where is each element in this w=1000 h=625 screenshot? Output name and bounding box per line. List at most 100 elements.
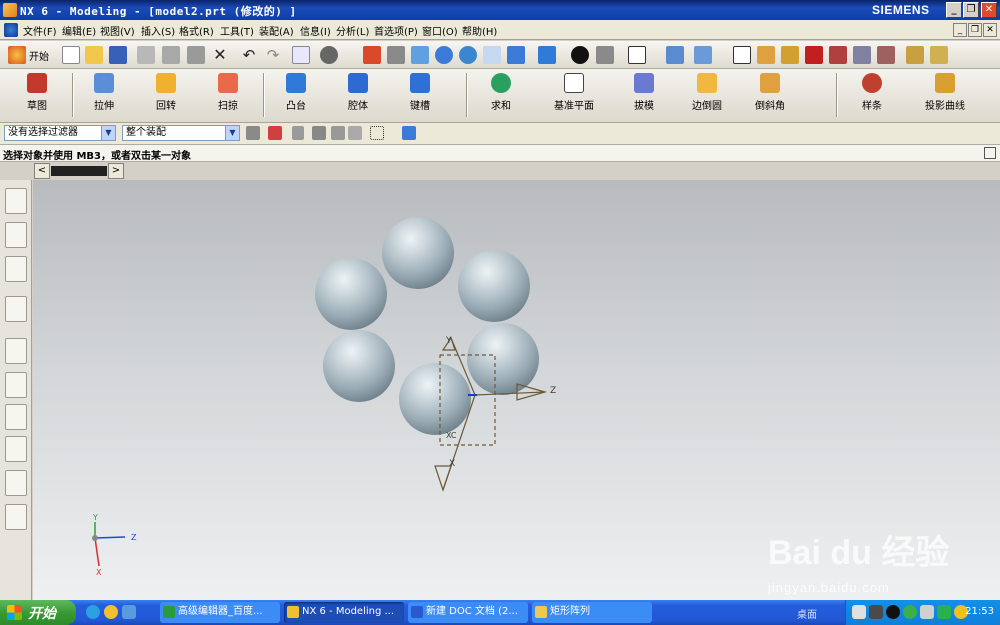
draft-button[interactable]: 拔模	[620, 71, 668, 119]
snap-toggle-icon[interactable]	[268, 126, 282, 140]
new-file-icon[interactable]	[62, 46, 80, 64]
menu-preferences[interactable]: 首选项(P)	[374, 23, 418, 38]
history-icon[interactable]	[5, 338, 27, 364]
open-folder-icon[interactable]	[85, 46, 103, 64]
background-icon[interactable]	[596, 46, 614, 64]
zoom-in-out-icon[interactable]	[435, 46, 453, 64]
start-menu-button[interactable]: 开始	[29, 48, 49, 63]
deselect-icon[interactable]	[292, 126, 304, 140]
volume-tray-icon[interactable]	[920, 605, 934, 619]
desktop-quicklaunch-icon[interactable]	[122, 605, 136, 619]
tab-scroll-thumb[interactable]	[51, 166, 107, 176]
process-studio-icon[interactable]	[5, 436, 27, 462]
unite-button[interactable]: 求和	[476, 71, 526, 119]
minimize-button[interactable]: _	[946, 2, 962, 18]
pan-icon[interactable]	[483, 46, 501, 64]
task-baidu-editor[interactable]: 高级编辑器_百度...	[160, 602, 280, 623]
doc-minimize-button[interactable]: _	[953, 23, 967, 37]
layer-icon[interactable]	[694, 46, 712, 64]
point-mid-icon[interactable]	[781, 46, 799, 64]
part-navigator-icon[interactable]	[5, 256, 27, 282]
chamfer-button[interactable]: 倒斜角	[746, 71, 794, 119]
browser-quicklaunch-icon[interactable]	[86, 605, 100, 619]
edge-blend-button[interactable]: 边倒圆	[682, 71, 732, 119]
select-edge-icon[interactable]	[348, 126, 362, 140]
spline-button[interactable]: 样条	[848, 71, 896, 119]
desktop-toolbar-label[interactable]: 桌面	[797, 606, 817, 621]
menu-analysis[interactable]: 分析(L)	[336, 23, 369, 38]
color-swatch-icon[interactable]	[628, 46, 646, 64]
save-icon[interactable]	[109, 46, 127, 64]
select-feature-icon[interactable]	[312, 126, 326, 140]
tab-prev-button[interactable]: <	[34, 163, 50, 179]
snap-point-icon[interactable]	[733, 46, 751, 64]
start-button[interactable]: 开始	[0, 600, 76, 625]
rotate-icon[interactable]	[459, 46, 477, 64]
menu-tools[interactable]: 工具(T)	[220, 23, 254, 38]
point-center-icon[interactable]	[853, 46, 871, 64]
menu-format[interactable]: 格式(R)	[179, 23, 214, 38]
render-style-icon[interactable]	[538, 46, 556, 64]
fit-icon[interactable]	[363, 46, 381, 64]
revolve-button[interactable]: 回转	[142, 71, 190, 119]
task-folder[interactable]: 矩形阵列	[532, 602, 652, 623]
cut-icon[interactable]	[137, 46, 155, 64]
doc-close-button[interactable]: ✕	[983, 23, 997, 37]
slot-button[interactable]: 键槽	[396, 71, 444, 119]
menu-insert[interactable]: 插入(S)	[141, 23, 175, 38]
menu-help[interactable]: 帮助(H)	[462, 23, 497, 38]
redo-icon[interactable]: ↷	[264, 46, 282, 64]
fullscreen-icon[interactable]	[984, 147, 996, 159]
nx-menu-icon[interactable]	[4, 23, 18, 37]
command-finder-icon[interactable]	[292, 46, 310, 64]
copy-icon[interactable]	[162, 46, 180, 64]
close-button[interactable]: ✕	[981, 2, 997, 18]
restore-button[interactable]: ❐	[963, 2, 979, 18]
qq-tray-icon[interactable]	[886, 605, 900, 619]
task-nx-modeling[interactable]: NX 6 - Modeling ...	[284, 602, 404, 623]
paste-icon[interactable]	[187, 46, 205, 64]
zoom-window-icon[interactable]	[387, 46, 405, 64]
point-intersect-icon[interactable]	[829, 46, 847, 64]
project-curve-button[interactable]: 投影曲线	[918, 71, 972, 119]
menu-info[interactable]: 信息(I)	[300, 23, 331, 38]
menu-assembly[interactable]: 装配(A)	[259, 23, 294, 38]
graphics-window[interactable]: X Y Z XC Y Z X Bai du 经验 jingyan.baidu.c…	[33, 180, 1000, 600]
view-orient-icon[interactable]	[666, 46, 684, 64]
boss-button[interactable]: 凸台	[272, 71, 320, 119]
sketch-button[interactable]: 草图	[12, 71, 62, 119]
chevron-down-icon[interactable]: ▼	[101, 126, 115, 140]
ime-tray-icon[interactable]	[903, 605, 917, 619]
tab-next-button[interactable]: >	[108, 163, 124, 179]
point-quadrant-icon[interactable]	[877, 46, 895, 64]
select-body-icon[interactable]	[402, 126, 416, 140]
select-face-icon[interactable]	[331, 126, 345, 140]
scope-select[interactable]: 整个装配 ▼	[122, 125, 240, 141]
menu-edit[interactable]: 编辑(E)	[62, 23, 96, 38]
undo-icon[interactable]: ↶	[240, 46, 258, 64]
chevron-down-icon[interactable]: ▼	[225, 126, 239, 140]
measure-angle-icon[interactable]	[930, 46, 948, 64]
system-materials-icon[interactable]	[5, 372, 27, 398]
filter-options-icon[interactable]	[246, 126, 260, 140]
pocket-button[interactable]: 腔体	[334, 71, 382, 119]
type-filter-select[interactable]: 没有选择过滤器 ▼	[4, 125, 116, 141]
display-tray-icon[interactable]	[869, 605, 883, 619]
datum-plane-button[interactable]: 基准平面	[546, 71, 602, 119]
menu-view[interactable]: 视图(V)	[100, 23, 135, 38]
point-control-icon[interactable]	[805, 46, 823, 64]
task-word-doc[interactable]: 新建 DOC 文档 (2...	[408, 602, 528, 623]
doc-restore-button[interactable]: ❐	[968, 23, 982, 37]
reuse-library-icon[interactable]	[5, 296, 27, 322]
visualization-icon[interactable]	[5, 404, 27, 430]
extrude-button[interactable]: 拉伸	[80, 71, 128, 119]
measure-distance-icon[interactable]	[906, 46, 924, 64]
security-tray-icon[interactable]	[937, 605, 951, 619]
binoculars-icon[interactable]	[320, 46, 338, 64]
point-end-icon[interactable]	[757, 46, 775, 64]
start-icon[interactable]	[8, 46, 26, 64]
menu-file[interactable]: 文件(F)	[23, 23, 57, 38]
menu-window[interactable]: 窗口(O)	[422, 23, 458, 38]
constraint-navigator-icon[interactable]	[5, 222, 27, 248]
roles-icon[interactable]	[5, 470, 27, 496]
